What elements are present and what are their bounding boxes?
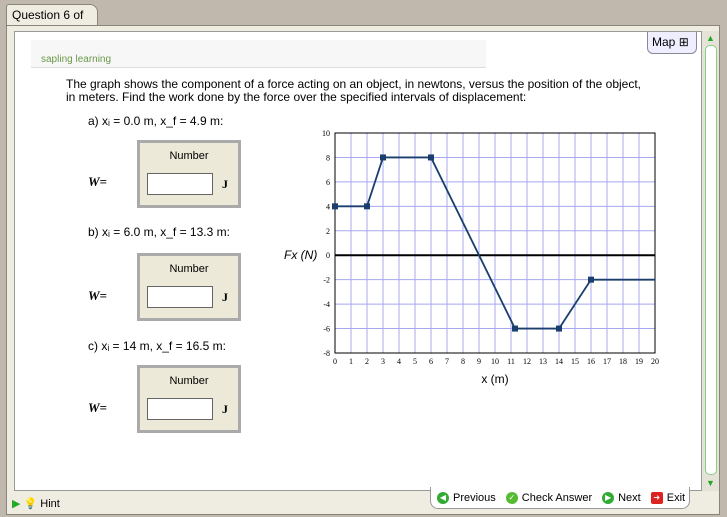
question-prompt: The graph shows the component of a force…	[66, 77, 642, 104]
unit-label: J	[222, 290, 228, 304]
x-tick-label: 16	[587, 357, 595, 366]
x-tick-label: 6	[429, 357, 433, 366]
y-tick-label: 6	[326, 178, 330, 187]
x-tick-label: 0	[333, 357, 337, 366]
lightbulb-icon: 💡	[23, 498, 38, 510]
part-c-answer-box: Number J	[137, 365, 241, 433]
scroll-up-icon[interactable]: ▲	[706, 33, 715, 43]
y-axis-label: Fx (N)	[284, 248, 317, 262]
map-icon: ⊞	[678, 35, 689, 49]
x-axis-label: x (m)	[481, 372, 508, 386]
part-a-answer-box: Number J	[137, 140, 241, 208]
x-tick-label: 1	[349, 357, 353, 366]
scroll-down-icon[interactable]: ▼	[706, 478, 715, 488]
check-answer-button[interactable]: Check Answer	[522, 492, 592, 504]
next-button[interactable]: Next	[618, 492, 641, 504]
x-tick-label: 18	[619, 357, 627, 366]
x-tick-label: 3	[381, 357, 385, 366]
x-tick-label: 10	[491, 357, 499, 366]
part-a-label: a) xᵢ = 0.0 m, x_f = 4.9 m:	[88, 114, 224, 128]
data-point	[512, 325, 518, 332]
x-tick-label: 9	[477, 357, 481, 366]
data-point	[380, 154, 386, 161]
part-a-var: W=	[88, 174, 107, 189]
number-label: Number	[169, 263, 209, 275]
x-tick-label: 14	[555, 357, 563, 366]
previous-icon: ◀	[437, 491, 449, 504]
x-tick-label: 8	[461, 357, 465, 366]
y-tick-label: 4	[326, 202, 330, 211]
y-tick-label: -2	[323, 276, 330, 285]
data-point	[332, 203, 338, 210]
x-tick-label: 15	[571, 357, 579, 366]
part-b-var: W=	[88, 288, 107, 303]
x-tick-label: 20	[651, 357, 659, 366]
check-icon: ✓	[505, 491, 518, 504]
unit-label: J	[222, 177, 228, 191]
y-tick-label: 8	[326, 153, 330, 162]
sapling-logo: sapling learning	[31, 40, 486, 68]
x-tick-label: 5	[413, 357, 417, 366]
expand-icon: ▶	[12, 498, 21, 510]
map-label: Map	[652, 35, 676, 49]
x-tick-label: 12	[523, 357, 531, 366]
part-b-input[interactable]	[147, 286, 213, 308]
y-tick-label: -6	[323, 325, 330, 334]
force-position-chart: 0 1 2 3 4 5 6 7 8 9 10 11 12 13 14 15 16 17 18 19 201086420-…	[284, 129, 659, 386]
y-tick-label: -4	[323, 300, 330, 309]
part-b-label: b) xᵢ = 6.0 m, x_f = 13.3 m:	[88, 225, 230, 239]
data-point	[428, 154, 434, 161]
x-tick-label: 2	[365, 357, 369, 366]
number-label: Number	[169, 150, 209, 162]
x-tick-label: 11	[507, 357, 515, 366]
previous-button[interactable]: Previous	[453, 492, 496, 504]
exit-button[interactable]: Exit	[667, 492, 685, 504]
part-a-input[interactable]	[147, 173, 213, 195]
y-tick-label: 0	[326, 251, 330, 260]
x-tick-label: 13	[539, 357, 547, 366]
part-b-answer-box: Number J	[137, 253, 241, 321]
navigation-bar: ◀ Previous ✓ Check Answer ▶ Next ➜ Exit	[430, 487, 690, 509]
part-c-label: c) xᵢ = 14 m, x_f = 16.5 m:	[88, 339, 226, 353]
y-tick-label: -8	[323, 349, 330, 358]
hint-button[interactable]: ▶ 💡 Hint	[12, 497, 60, 510]
exit-icon: ➜	[650, 491, 663, 504]
scroll-thumb[interactable]	[705, 45, 717, 475]
x-tick-label: 17	[603, 357, 611, 366]
y-tick-label: 2	[326, 227, 330, 236]
x-tick-label: 4	[397, 357, 401, 366]
map-button[interactable]: Map ⊞	[647, 32, 697, 54]
part-c-input[interactable]	[147, 398, 213, 420]
next-icon: ▶	[602, 491, 615, 504]
question-tab[interactable]: Question 6 of 30	[6, 4, 98, 42]
scrollbar[interactable]: ▲ ▼	[701, 31, 719, 491]
y-tick-label: 10	[322, 129, 330, 138]
hint-label: Hint	[40, 498, 60, 510]
unit-label: J	[222, 402, 228, 416]
part-c-var: W=	[88, 400, 107, 415]
number-label: Number	[169, 375, 209, 387]
x-tick-label: 19	[635, 357, 643, 366]
x-tick-label: 7	[445, 357, 449, 366]
data-point	[556, 325, 562, 332]
data-point	[588, 276, 594, 283]
data-point	[364, 203, 370, 210]
